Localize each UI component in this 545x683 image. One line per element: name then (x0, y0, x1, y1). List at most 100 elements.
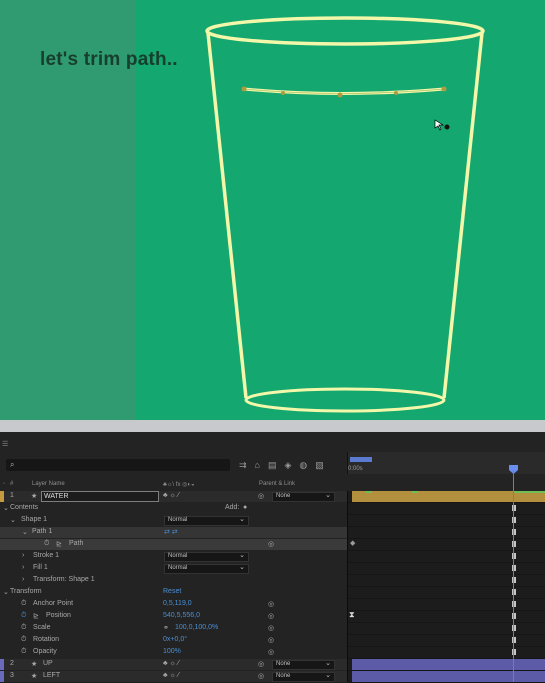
expression-pickwhip-icon[interactable]: ◎ (268, 600, 274, 608)
layer-label-color[interactable] (0, 659, 4, 670)
frame-blending-icon[interactable]: ◈ (285, 460, 292, 471)
layer-switches[interactable]: ♣ ☼ ⁄ (163, 492, 179, 499)
parent-dropdown[interactable]: None (272, 659, 335, 670)
expression-pickwhip-icon[interactable]: ◎ (268, 540, 274, 548)
timeline-tracks[interactable]: ◆ ⧗ (347, 491, 545, 683)
track-water[interactable] (348, 491, 545, 503)
expression-pickwhip-icon[interactable]: ◎ (268, 648, 274, 656)
graph-editor-icon[interactable]: ▧ (315, 460, 324, 471)
stroke-row[interactable]: › Stroke 1 Normal (0, 551, 347, 562)
stroke-blend-mode[interactable]: Normal (164, 551, 249, 562)
work-area-bar[interactable] (350, 457, 372, 462)
property-value[interactable]: 0,5,119,0 (163, 600, 192, 607)
layer-label-color[interactable] (0, 491, 4, 502)
playhead-line[interactable] (513, 470, 514, 682)
layer-name[interactable]: LEFT (43, 672, 60, 679)
glass-right-side (442, 32, 484, 399)
draft-3d-icon[interactable]: ⌂ (255, 460, 260, 471)
comp-mini-flowchart-icon[interactable]: ⇉ (239, 460, 247, 471)
expression-pickwhip-icon[interactable]: ◎ (268, 624, 274, 632)
path-vertex (241, 86, 247, 92)
graph-icon[interactable]: ⊵ (56, 540, 62, 548)
bar-marker (514, 491, 545, 493)
fill-blend-mode[interactable]: Normal (164, 563, 249, 574)
layer-switches[interactable]: ♣ ☼ ⁄ (163, 660, 179, 667)
star-icon: ★ (31, 661, 38, 668)
transform-label: Transform (10, 588, 42, 595)
collapse-chevron-icon[interactable]: › (22, 552, 24, 559)
shy-layers-icon[interactable]: ▤ (268, 460, 277, 471)
transform-shape-row[interactable]: › Transform: Shape 1 (0, 575, 347, 586)
layer-bar-up[interactable] (352, 659, 545, 670)
path-group-row[interactable]: ⌄ Path 1 ⇄ ⇄ (0, 527, 347, 538)
stopwatch-icon[interactable]: ⏱ (21, 600, 26, 608)
shape-blend-mode[interactable]: Normal (164, 515, 249, 526)
fill-row[interactable]: › Fill 1 Normal (0, 563, 347, 574)
stopwatch-icon[interactable]: ⏱ (21, 636, 26, 644)
property-value[interactable]: 540,5,556,0 (163, 612, 200, 619)
collapse-chevron-icon[interactable]: › (22, 576, 24, 583)
path-name: Path (69, 540, 84, 547)
glass-left-side (206, 32, 248, 399)
reset-link[interactable]: Reset (163, 588, 181, 595)
property-value[interactable]: 100,0,100,0% (175, 624, 218, 631)
parent-pickwhip-icon[interactable]: ◎ (258, 492, 264, 500)
composition-viewer[interactable]: let's trim path.. (0, 0, 545, 420)
path-direction-icon[interactable]: ⇄ ⇄ (164, 528, 178, 536)
layer-search-input[interactable]: ⌕ (6, 459, 230, 471)
motion-blur-icon[interactable]: ◍ (299, 460, 307, 471)
property-row-opacity[interactable]: ⏱ Opacity 100% ◎ (0, 647, 347, 658)
property-row-anchor-point[interactable]: ⏱ Anchor Point 0,5,119,0 ◎ (0, 599, 347, 610)
column-parent-link[interactable]: Parent & Link (259, 481, 295, 487)
layer-label-color[interactable] (0, 671, 4, 682)
expand-chevron-icon[interactable]: ⌄ (22, 528, 28, 536)
stopwatch-icon[interactable]: ⏱ (21, 624, 26, 632)
shape-row[interactable]: ⌄ Shape 1 Normal (0, 515, 347, 526)
layer-bar-left[interactable] (352, 671, 545, 682)
property-row-position[interactable]: ⏱ ⊵ Position 540,5,556,0 ◎ (0, 611, 347, 622)
layer-row-left[interactable]: 3 ★ LEFT ♣ ☼ ⁄ ◎ None (0, 671, 347, 682)
property-row-rotation[interactable]: ⏱ Rotation 0x+0,0° ◎ (0, 635, 347, 646)
panel-menu-icon[interactable]: ☰ (2, 440, 8, 448)
glass-shape[interactable] (0, 0, 545, 420)
parent-dropdown[interactable]: None (272, 671, 335, 682)
panel-separator (0, 420, 545, 432)
track-up[interactable] (348, 659, 545, 671)
property-row-scale[interactable]: ⏱ Scale ⚭ 100,0,100,0% ◎ (0, 623, 347, 634)
stopwatch-active-icon[interactable]: ⏱ (21, 612, 26, 620)
layer-switches[interactable]: ♣ ☼ ⁄ (163, 672, 179, 679)
expand-chevron-icon[interactable]: ⌄ (3, 588, 9, 596)
graph-icon[interactable]: ⊵ (33, 612, 39, 620)
stopwatch-icon[interactable]: ⏱ (44, 540, 49, 548)
column-layer-name[interactable]: Layer Name (32, 481, 65, 487)
layer-row-up[interactable]: 2 ★ UP ♣ ☼ ⁄ ◎ None (0, 659, 347, 670)
add-menu-icon[interactable]: ● (243, 504, 247, 511)
stopwatch-icon[interactable]: ⏱ (21, 648, 26, 656)
property-name: Anchor Point (33, 600, 74, 607)
keyframe-icon[interactable]: ⧗ (349, 610, 355, 620)
column-label-toggle[interactable]: ◦ (3, 481, 5, 487)
fill-name: Fill 1 (33, 564, 48, 571)
stroke-name: Stroke 1 (33, 552, 60, 559)
expand-chevron-icon[interactable]: ⌄ (10, 516, 16, 524)
path-vertex (281, 91, 285, 95)
path-row[interactable]: ⏱ ⊵ Path ◎ (0, 539, 347, 550)
expression-pickwhip-icon[interactable]: ◎ (268, 636, 274, 644)
property-value[interactable]: 0x+0,0° (163, 636, 187, 643)
layer-name-field[interactable]: WATER (41, 491, 159, 502)
parent-pickwhip-icon[interactable]: ◎ (258, 672, 264, 680)
transform-row[interactable]: ⌄ Transform Reset (0, 587, 347, 598)
expand-chevron-icon[interactable]: ⌄ (3, 504, 9, 512)
layer-name[interactable]: UP (43, 660, 53, 667)
track-left[interactable] (348, 671, 545, 683)
parent-dropdown[interactable]: None (272, 491, 335, 502)
parent-pickwhip-icon[interactable]: ◎ (258, 660, 264, 668)
layer-row-water[interactable]: 1 ★ WATER ♣ ☼ ⁄ ◎ None (0, 491, 347, 502)
constrain-proportions-icon[interactable]: ⚭ (163, 624, 169, 632)
property-name: Opacity (33, 648, 57, 655)
keyframe-icon[interactable]: ◆ (350, 539, 355, 547)
contents-row[interactable]: ⌄ Contents Add: ● (0, 503, 347, 514)
expression-pickwhip-icon[interactable]: ◎ (268, 612, 274, 620)
property-value[interactable]: 100% (163, 648, 181, 655)
collapse-chevron-icon[interactable]: › (22, 564, 24, 571)
